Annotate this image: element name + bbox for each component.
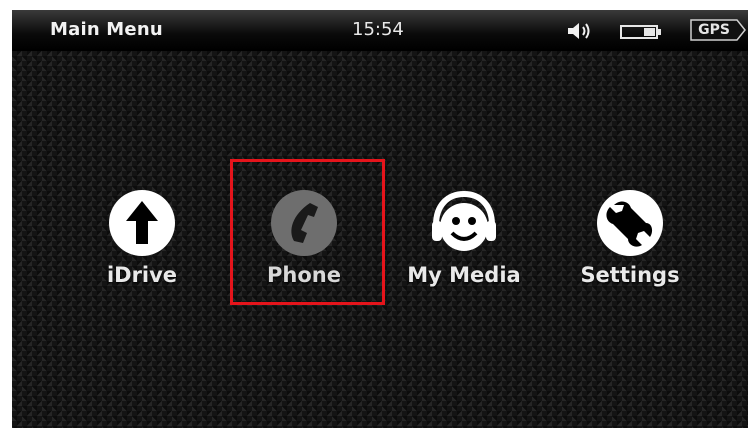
page-title: Main Menu — [50, 19, 163, 40]
speaker-icon[interactable] — [565, 20, 599, 42]
menu-item-idrive[interactable]: iDrive — [96, 51, 208, 428]
headphones-smiley-icon — [432, 190, 496, 251]
device-screen: Main Menu 15:54 GPS iDrive Phone My Medi… — [12, 10, 748, 428]
gps-button[interactable]: GPS — [689, 18, 747, 42]
main-menu: iDrive Phone My Media Settings — [12, 51, 748, 428]
menu-item-label: Settings — [580, 263, 680, 287]
status-bar: Main Menu 15:54 GPS — [12, 10, 748, 51]
up-arrow-icon — [109, 190, 175, 256]
menu-item-label: iDrive — [106, 263, 178, 287]
battery-icon — [620, 25, 661, 39]
selection-highlight — [230, 159, 385, 305]
menu-item-label: My Media — [407, 263, 521, 287]
menu-item-settings[interactable]: Settings — [570, 51, 690, 428]
menu-item-my-media[interactable]: My Media — [400, 51, 532, 428]
gps-label: GPS — [698, 22, 730, 38]
clock: 15:54 — [352, 19, 404, 40]
wrench-icon — [597, 190, 663, 256]
